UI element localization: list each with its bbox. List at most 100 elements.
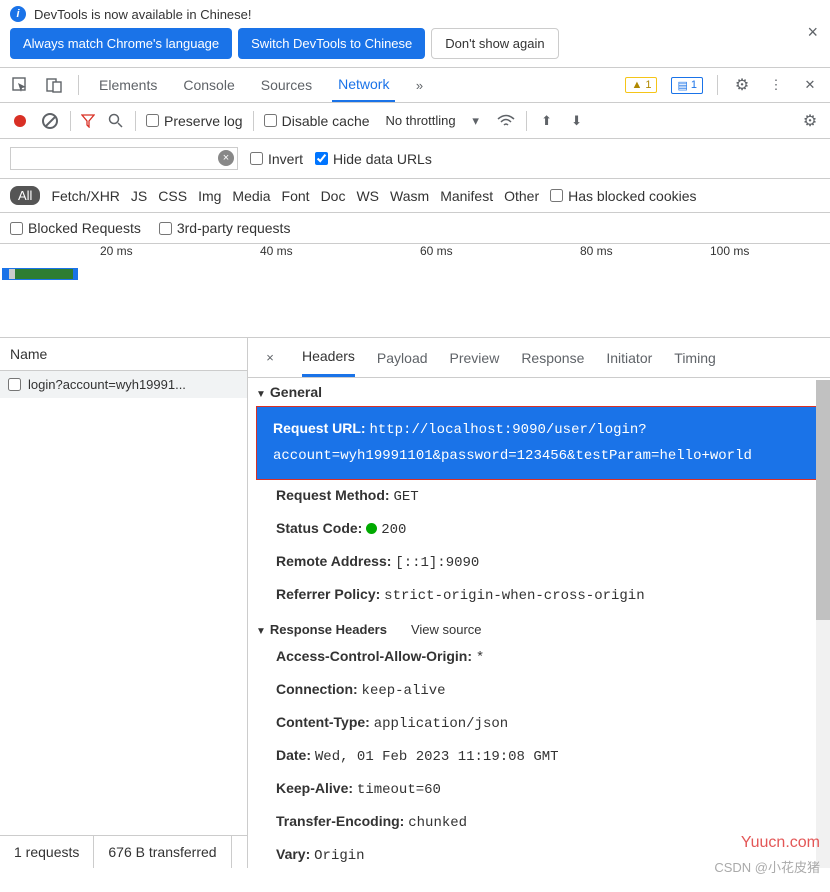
name-column-header[interactable]: Name xyxy=(0,338,247,371)
dtab-payload[interactable]: Payload xyxy=(377,340,428,376)
detail-tabs: × Headers Payload Preview Response Initi… xyxy=(248,338,830,378)
language-notification: i DevTools is now available in Chinese! xyxy=(0,0,830,28)
view-source-link[interactable]: View source xyxy=(411,622,482,637)
clear-filter-icon[interactable]: × xyxy=(218,150,234,166)
watermark-yuucn: Yuucn.com xyxy=(741,834,820,852)
dtab-headers[interactable]: Headers xyxy=(302,338,355,377)
tick-40: 40 ms xyxy=(260,244,293,258)
requests-panel: Name login?account=wyh19991... 1 request… xyxy=(0,338,248,868)
close-detail-icon[interactable]: × xyxy=(260,348,280,368)
search-icon[interactable] xyxy=(105,111,125,131)
network-conditions-icon[interactable] xyxy=(496,111,516,131)
header-content-type: Content-Type: application/json xyxy=(248,707,830,740)
upload-har-icon[interactable]: ⬆ xyxy=(537,111,557,131)
tick-20: 20 ms xyxy=(100,244,133,258)
timeline[interactable]: 20 ms 40 ms 60 ms 80 ms 100 ms xyxy=(0,244,830,338)
split-panel: Name login?account=wyh19991... 1 request… xyxy=(0,338,830,868)
network-settings-icon[interactable]: ⚙ xyxy=(800,111,820,131)
preserve-log-checkbox[interactable]: Preserve log xyxy=(146,113,243,129)
filter-bar: × Invert Hide data URLs xyxy=(0,139,830,179)
tab-sources[interactable]: Sources xyxy=(255,69,318,101)
throttling-dropdown-icon[interactable]: ▾ xyxy=(466,111,486,131)
inspect-icon[interactable] xyxy=(10,75,30,95)
main-tabs: Elements Console Sources Network » ▲ 1 ▤… xyxy=(0,67,830,103)
record-button[interactable] xyxy=(10,111,30,131)
filter-wasm[interactable]: Wasm xyxy=(390,188,429,204)
transferred-size: 676 B transferred xyxy=(94,836,231,868)
invert-checkbox[interactable]: Invert xyxy=(250,151,303,167)
filter-doc[interactable]: Doc xyxy=(321,188,346,204)
tab-console[interactable]: Console xyxy=(177,69,240,101)
detail-panel: × Headers Payload Preview Response Initi… xyxy=(248,338,830,868)
close-devtools-icon[interactable]: ✕ xyxy=(800,75,820,95)
scrollbar[interactable] xyxy=(816,380,830,868)
more-tabs-icon[interactable]: » xyxy=(409,75,429,95)
clear-button[interactable] xyxy=(40,111,60,131)
dtab-preview[interactable]: Preview xyxy=(450,340,500,376)
disable-cache-checkbox[interactable]: Disable cache xyxy=(264,113,370,129)
tab-network[interactable]: Network xyxy=(332,68,395,102)
request-row[interactable]: login?account=wyh19991... xyxy=(0,371,247,398)
filter-img[interactable]: Img xyxy=(198,188,221,204)
header-date: Date: Wed, 01 Feb 2023 11:19:08 GMT xyxy=(248,740,830,773)
filter-icon[interactable] xyxy=(81,114,95,128)
device-toggle-icon[interactable] xyxy=(44,75,64,95)
hide-data-urls-checkbox[interactable]: Hide data URLs xyxy=(315,151,432,167)
status-code: Status Code: 200 xyxy=(248,513,830,546)
throttling-select[interactable]: No throttling xyxy=(386,113,456,128)
referrer-policy: Referrer Policy: strict-origin-when-cros… xyxy=(248,579,830,612)
request-url-highlight[interactable]: Request URL: http://localhost:9090/user/… xyxy=(256,406,822,480)
filter-other[interactable]: Other xyxy=(504,188,539,204)
filter-css[interactable]: CSS xyxy=(158,188,187,204)
dtab-response[interactable]: Response xyxy=(521,340,584,376)
warning-badge[interactable]: ▲ 1 xyxy=(625,77,657,93)
third-party-checkbox[interactable]: 3rd-party requests xyxy=(159,220,291,236)
blocked-requests-checkbox[interactable]: Blocked Requests xyxy=(10,220,141,236)
status-dot-icon xyxy=(366,523,377,534)
header-connection: Connection: keep-alive xyxy=(248,674,830,707)
header-keep-alive: Keep-Alive: timeout=60 xyxy=(248,773,830,806)
general-section[interactable]: ▼General xyxy=(248,378,830,406)
remote-address: Remote Address: [::1]:9090 xyxy=(248,546,830,579)
dtab-timing[interactable]: Timing xyxy=(674,340,716,376)
dtab-initiator[interactable]: Initiator xyxy=(606,340,652,376)
filter-all[interactable]: All xyxy=(10,186,40,205)
tick-80: 80 ms xyxy=(580,244,613,258)
filter-ws[interactable]: WS xyxy=(356,188,379,204)
settings-icon[interactable]: ⚙ xyxy=(732,75,752,95)
triangle-icon: ▼ xyxy=(256,626,266,637)
notification-text: DevTools is now available in Chinese! xyxy=(34,7,252,22)
filter-manifest[interactable]: Manifest xyxy=(440,188,493,204)
response-headers-section[interactable]: ▼Response Headers View source xyxy=(248,612,830,641)
filter-font[interactable]: Font xyxy=(282,188,310,204)
extra-filters: Blocked Requests 3rd-party requests xyxy=(0,213,830,244)
type-filters: All Fetch/XHR JS CSS Img Media Font Doc … xyxy=(0,179,830,213)
triangle-icon: ▼ xyxy=(256,389,266,400)
filter-js[interactable]: JS xyxy=(131,188,147,204)
status-bar: 1 requests 676 B transferred xyxy=(0,835,247,868)
info-icon: i xyxy=(10,6,26,22)
watermark-csdn: CSDN @小花皮猪 xyxy=(714,857,820,876)
download-har-icon[interactable]: ⬇ xyxy=(567,111,587,131)
network-toolbar: Preserve log Disable cache No throttling… xyxy=(0,103,830,139)
switch-chinese-button[interactable]: Switch DevTools to Chinese xyxy=(238,28,425,59)
info-badge[interactable]: ▤ 1 xyxy=(671,77,703,94)
request-checkbox[interactable] xyxy=(8,378,21,391)
request-method: Request Method: GET xyxy=(248,480,830,513)
dont-show-again-button[interactable]: Don't show again xyxy=(431,28,558,59)
close-notification-icon[interactable]: × xyxy=(807,22,818,43)
notification-buttons: Always match Chrome's language Switch De… xyxy=(0,28,830,67)
tick-100: 100 ms xyxy=(710,244,749,258)
blocked-cookies-checkbox[interactable]: Has blocked cookies xyxy=(550,188,696,204)
filter-fetch-xhr[interactable]: Fetch/XHR xyxy=(51,188,119,204)
tick-60: 60 ms xyxy=(420,244,453,258)
match-language-button[interactable]: Always match Chrome's language xyxy=(10,28,232,59)
timeline-bar[interactable] xyxy=(2,268,78,280)
filter-media[interactable]: Media xyxy=(232,188,270,204)
scroll-thumb[interactable] xyxy=(816,380,830,620)
tab-elements[interactable]: Elements xyxy=(93,69,163,101)
kebab-menu-icon[interactable]: ⋮ xyxy=(766,75,786,95)
request-count: 1 requests xyxy=(0,836,94,868)
filter-input[interactable] xyxy=(10,147,238,170)
header-acao: Access-Control-Allow-Origin: * xyxy=(248,641,830,674)
